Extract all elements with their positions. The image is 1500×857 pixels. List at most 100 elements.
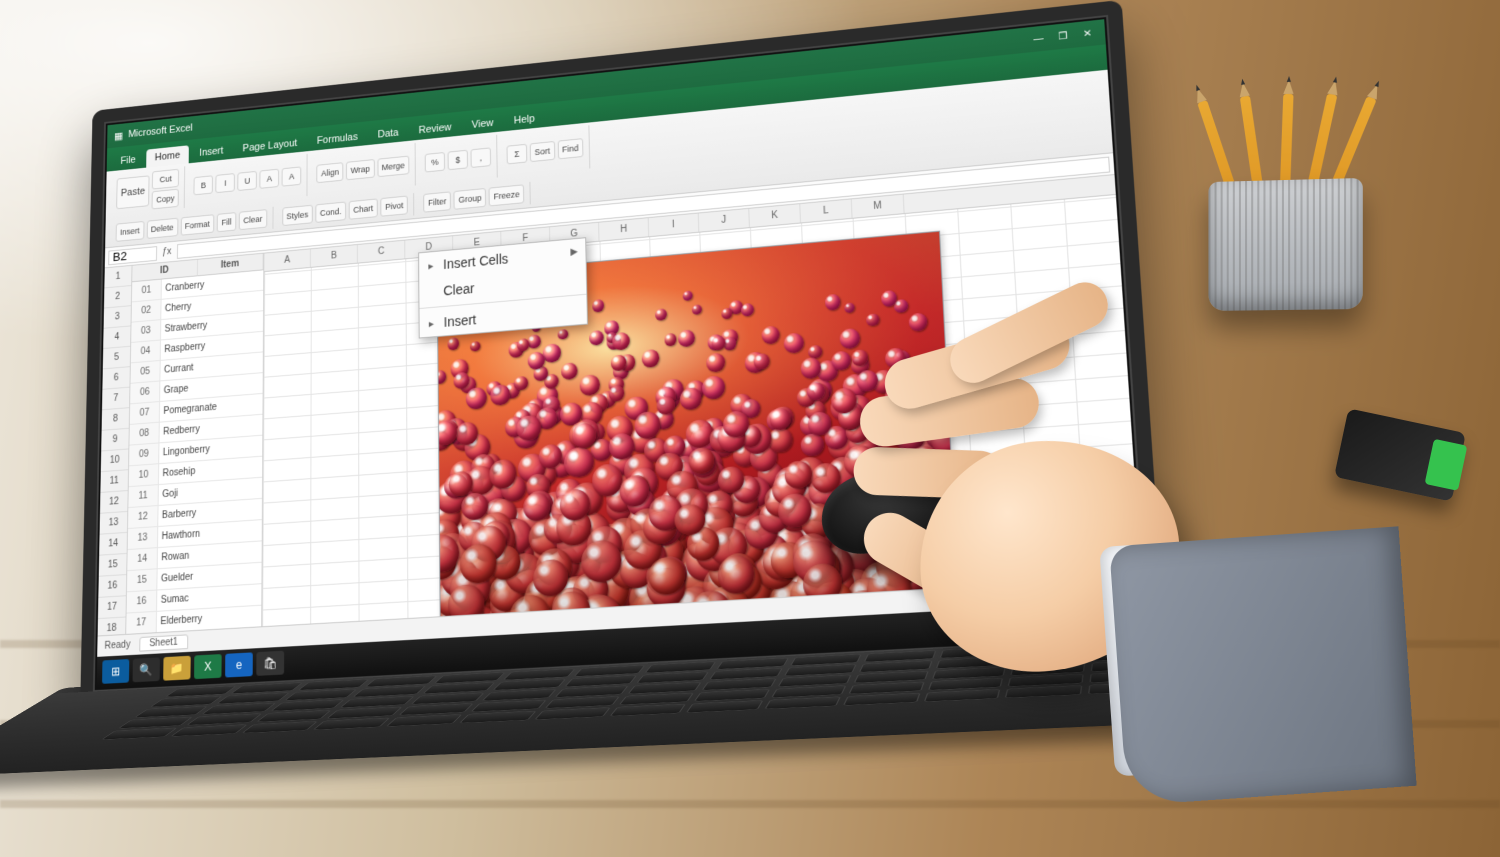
format-cells-button[interactable]: Format xyxy=(180,214,214,235)
human-hand xyxy=(784,302,1336,817)
ribbon-group-editing: Σ Sort Find xyxy=(501,125,591,177)
column-header[interactable]: H xyxy=(599,218,649,241)
taskbar-store-icon[interactable]: 🛍 xyxy=(256,651,284,676)
pencil-cup xyxy=(1208,128,1362,311)
row-header[interactable]: 15 xyxy=(99,554,127,577)
column-header[interactable]: A xyxy=(264,249,311,271)
autosum-button[interactable]: Σ xyxy=(507,144,528,165)
underline-button[interactable]: U xyxy=(238,171,258,191)
delete-cells-button[interactable]: Delete xyxy=(146,218,178,239)
filter-button[interactable]: Filter xyxy=(423,191,451,212)
row-header[interactable]: 13 xyxy=(100,512,128,535)
list-item-id: 12 xyxy=(128,506,159,528)
row-header[interactable]: 12 xyxy=(100,491,128,514)
name-box[interactable] xyxy=(108,246,157,265)
bold-button[interactable]: B xyxy=(194,175,213,195)
column-header[interactable]: B xyxy=(311,245,358,267)
status-ready: Ready xyxy=(104,640,130,652)
app-title: Microsoft Excel xyxy=(128,122,193,140)
font-grow-button[interactable]: A xyxy=(260,169,280,189)
taskbar-edge-icon[interactable]: e xyxy=(225,652,253,677)
row-header[interactable]: 9 xyxy=(101,429,129,452)
list-item-id: 04 xyxy=(131,340,161,362)
fill-button[interactable]: Fill xyxy=(217,212,237,232)
wrap-button[interactable]: Wrap xyxy=(346,159,374,180)
list-item-id: 06 xyxy=(130,381,160,403)
minimize-button[interactable]: — xyxy=(1029,31,1048,46)
row-header[interactable]: 3 xyxy=(104,306,131,329)
ribbon-group-font: B I U A A xyxy=(188,154,307,208)
styles-button[interactable]: Styles xyxy=(282,205,313,226)
list-item-id: 03 xyxy=(131,320,161,342)
list-item-id: 17 xyxy=(126,612,157,634)
row-header[interactable]: 5 xyxy=(103,347,130,370)
group-button[interactable]: Group xyxy=(454,188,487,210)
excel-icon: ▦ xyxy=(114,129,123,142)
list-item-id: 16 xyxy=(127,590,158,612)
taskbar-search-icon[interactable]: 🔍 xyxy=(133,657,160,682)
list-item-id: 15 xyxy=(127,569,158,591)
font-shrink-button[interactable]: A xyxy=(282,166,302,186)
italic-button[interactable]: I xyxy=(216,173,235,193)
row-header[interactable]: 4 xyxy=(103,326,130,349)
cond-format-button[interactable]: Cond. xyxy=(315,202,346,223)
copy-button[interactable]: Copy xyxy=(152,189,179,210)
list-item-id: 07 xyxy=(130,402,160,424)
submenu-arrow-icon: ▶ xyxy=(570,247,578,258)
list-item-id: 08 xyxy=(129,423,159,445)
row-header[interactable]: 2 xyxy=(104,286,131,309)
currency-button[interactable]: $ xyxy=(448,150,468,171)
start-button[interactable]: ⊞ xyxy=(102,659,129,684)
menu-bullet-icon: ▸ xyxy=(429,317,434,330)
comma-button[interactable]: , xyxy=(471,147,492,168)
list-item-id: 05 xyxy=(130,361,160,383)
maximize-button[interactable]: ❐ xyxy=(1053,28,1072,43)
fx-icon: ƒx xyxy=(162,247,171,258)
ribbon-group-number: % $ , xyxy=(419,135,498,185)
cut-button[interactable]: Cut xyxy=(152,169,179,190)
row-header[interactable]: 16 xyxy=(98,575,126,598)
percent-button[interactable]: % xyxy=(425,152,445,173)
row-header[interactable]: 8 xyxy=(102,408,130,431)
context-menu: ▸ Insert Cells ▶ Clear ▸ Insert xyxy=(418,237,588,338)
taskbar-explorer-icon[interactable]: 📁 xyxy=(163,656,190,681)
list-item-id: 09 xyxy=(129,443,159,465)
list-item-id: 11 xyxy=(128,485,158,507)
column-header[interactable]: J xyxy=(699,209,750,232)
clear-button[interactable]: Clear xyxy=(239,209,267,230)
ctx-clear-label: Clear xyxy=(443,281,474,299)
find-button[interactable]: Find xyxy=(557,138,583,159)
row-header[interactable]: 6 xyxy=(102,367,129,390)
list-item-id: 01 xyxy=(132,280,162,302)
column-header[interactable]: C xyxy=(358,241,405,263)
row-header[interactable]: 17 xyxy=(98,596,126,619)
data-list-panel: ID Item 01Cranberry02Cherry03Strawberry0… xyxy=(126,254,264,634)
row-header[interactable]: 18 xyxy=(98,617,126,635)
list-item-id: 14 xyxy=(127,548,158,570)
insert-cells-button[interactable]: Insert xyxy=(116,221,144,242)
sheet-tab[interactable]: Sheet1 xyxy=(139,634,188,651)
row-header[interactable]: 7 xyxy=(102,388,130,411)
taskbar-excel-icon[interactable]: X xyxy=(194,654,222,679)
column-header[interactable]: M xyxy=(852,195,905,218)
row-header[interactable]: 14 xyxy=(99,533,127,556)
list-item-id: 13 xyxy=(128,527,159,549)
freeze-button[interactable]: Freeze xyxy=(489,184,525,206)
align-button[interactable]: Align xyxy=(317,162,344,183)
row-header[interactable]: 10 xyxy=(101,449,129,472)
ctx-insert-cells-label: Insert Cells xyxy=(443,251,508,272)
list-item-id: 02 xyxy=(132,300,162,322)
column-header[interactable]: L xyxy=(800,199,852,222)
column-header[interactable]: I xyxy=(649,213,700,236)
merge-button[interactable]: Merge xyxy=(377,156,409,178)
column-header[interactable]: K xyxy=(749,204,801,227)
row-header[interactable]: 11 xyxy=(100,470,128,493)
sort-button[interactable]: Sort xyxy=(530,141,555,162)
pivot-button[interactable]: Pivot xyxy=(380,196,407,217)
row-header[interactable]: 1 xyxy=(104,266,131,289)
chart-button[interactable]: Chart xyxy=(349,198,378,219)
ribbon-group-align: Align Wrap Merge xyxy=(311,143,416,196)
list-item-id: 10 xyxy=(129,464,159,486)
paste-button[interactable]: Paste xyxy=(116,175,149,209)
close-button[interactable]: ✕ xyxy=(1078,26,1097,41)
